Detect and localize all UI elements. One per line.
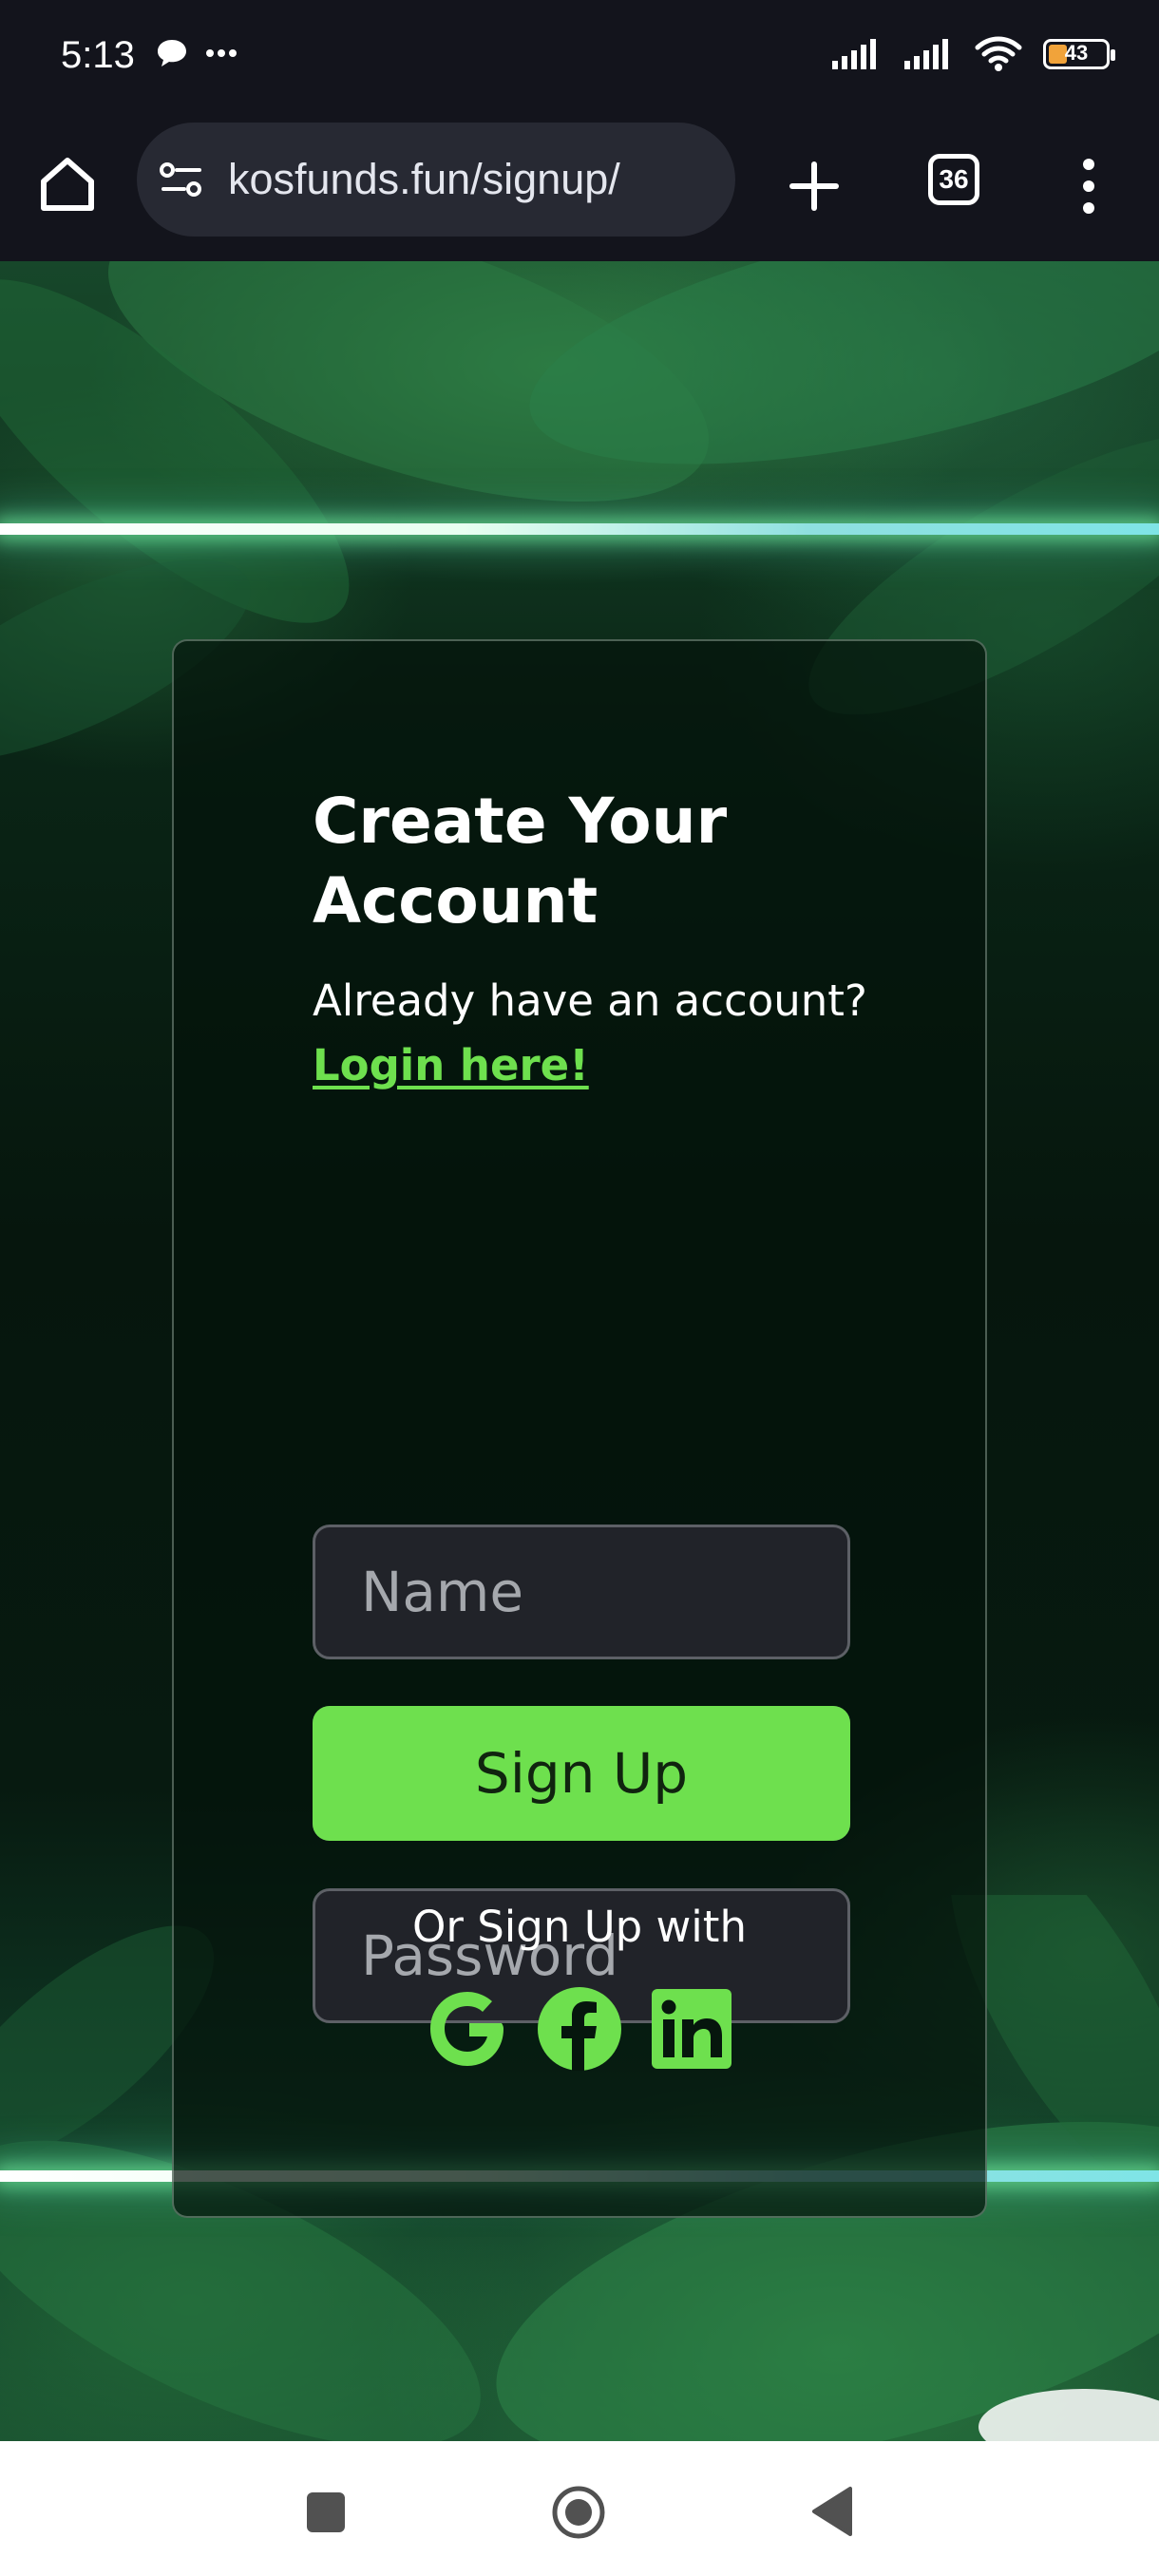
social-buttons [174, 1985, 985, 2073]
status-bar: 5:13 43 [0, 0, 1159, 119]
web-page: Create Your Account Already have an acco… [0, 261, 1159, 2441]
url-text[interactable]: kosfunds.fun/signup/ [228, 155, 620, 204]
login-prompt: Already have an account? [313, 975, 867, 1026]
status-time: 5:13 [61, 34, 135, 76]
tabs-icon[interactable]: 36 [928, 154, 979, 205]
more-vert-icon[interactable] [1072, 153, 1106, 219]
system-nav-bar [0, 2441, 1159, 2576]
tab-count: 36 [939, 164, 969, 194]
name-field[interactable] [313, 1525, 850, 1659]
page-title: Create Your Account [313, 785, 728, 938]
home-circle-icon[interactable] [551, 2485, 606, 2540]
more-dots-icon [206, 49, 237, 57]
status-system-icons: 43 [830, 36, 1115, 72]
linkedin-icon[interactable] [648, 1985, 735, 2073]
address-bar[interactable]: kosfunds.fun/signup/ [137, 123, 735, 237]
wifi-icon [975, 36, 1022, 71]
status-notification-icons [156, 38, 238, 68]
plus-icon[interactable] [781, 153, 847, 219]
battery-icon: 43 [1043, 39, 1115, 69]
chat-bubble-icon [158, 40, 186, 66]
social-signup-label: Or Sign Up with [412, 1902, 747, 1952]
login-link[interactable]: Login here! [313, 1040, 589, 1090]
signal-icon [904, 39, 948, 69]
google-icon[interactable] [424, 1985, 511, 2073]
neon-line-top [0, 523, 1159, 535]
site-settings-icon[interactable] [158, 161, 205, 199]
sign-up-button[interactable]: Sign Up [313, 1706, 850, 1841]
signup-card: Create Your Account Already have an acco… [172, 639, 987, 2218]
battery-level: 43 [1064, 41, 1089, 65]
recents-square-icon[interactable] [307, 2492, 345, 2532]
back-triangle-icon[interactable] [810, 2485, 854, 2538]
facebook-icon[interactable] [536, 1985, 623, 2073]
browser-toolbar: kosfunds.fun/signup/ 36 [0, 119, 1159, 261]
signal-icon [832, 39, 876, 69]
home-icon[interactable] [34, 151, 101, 218]
